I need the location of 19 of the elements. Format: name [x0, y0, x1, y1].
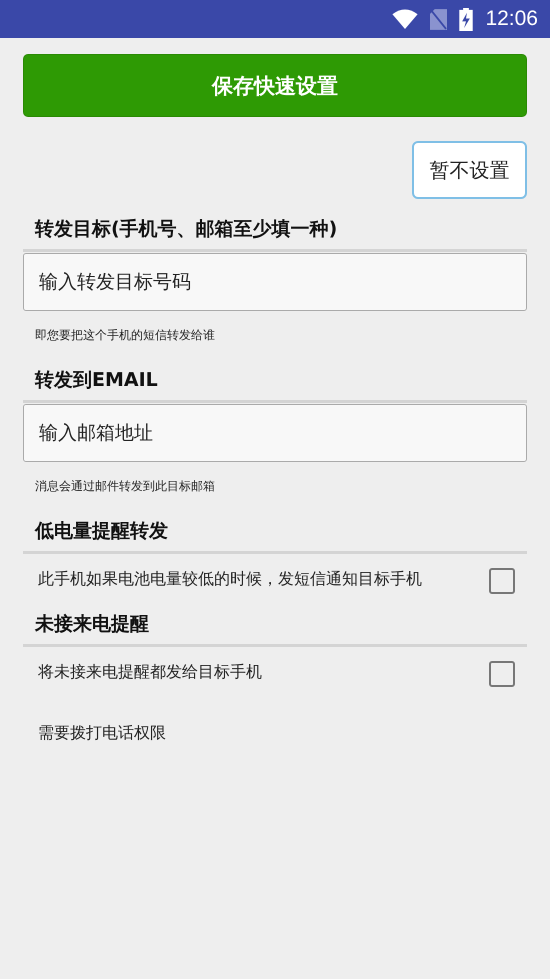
skip-button[interactable]: 暂不设置 [412, 141, 527, 199]
section-title: 转发到EMAIL [34, 368, 159, 393]
save-settings-button[interactable]: 保存快速设置 [23, 54, 527, 117]
checkbox[interactable] [489, 568, 515, 594]
section-title: 低电量提醒转发 [34, 519, 169, 544]
hint-text: 即您要把这个手机的短信转发给谁 [34, 327, 216, 344]
wifi-icon [392, 8, 418, 30]
battery-charging-icon [459, 8, 474, 30]
checkbox[interactable] [489, 661, 515, 687]
input-field[interactable]: 输入转发目标号码 [23, 253, 527, 311]
input-field[interactable]: 输入邮箱地址 [23, 404, 527, 462]
hint-text: 消息会通过邮件转发到此目标邮箱 [34, 478, 216, 495]
section-title: 未接来电提醒 [34, 612, 150, 637]
clock-time: 12:06 [485, 7, 538, 31]
note-text: 需要拨打电话权限 [37, 723, 167, 744]
section-title: 转发目标(手机号、邮箱至少填一种) [34, 217, 338, 242]
option-label: 此手机如果电池电量较低的时候，发短信通知目标手机 [38, 568, 423, 590]
no-sim-icon [430, 8, 448, 30]
option-label: 将未接来电提醒都发给目标手机 [38, 661, 263, 683]
